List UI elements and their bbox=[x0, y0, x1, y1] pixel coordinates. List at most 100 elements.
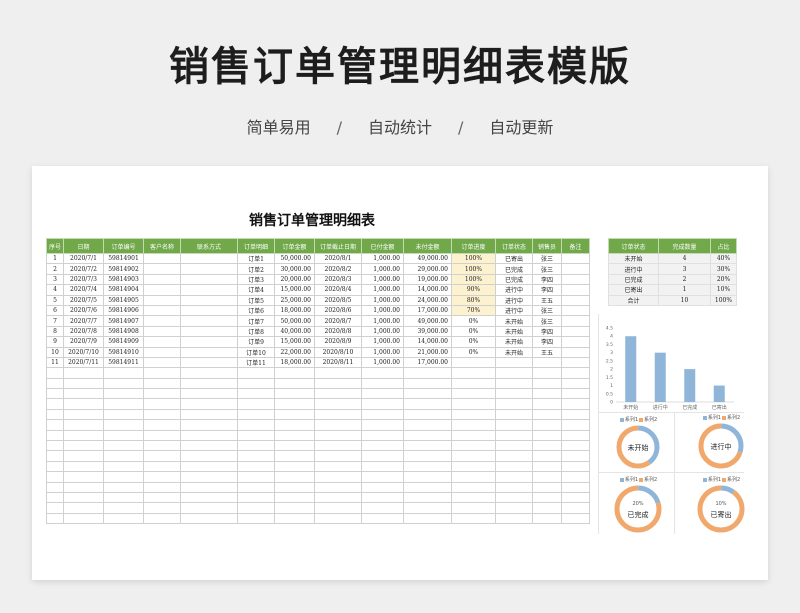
table-cell[interactable]: 2020/8/5 bbox=[314, 294, 362, 306]
table-cell[interactable] bbox=[532, 502, 562, 514]
table-cell[interactable] bbox=[103, 481, 144, 494]
table-cell[interactable] bbox=[561, 356, 590, 369]
table-cell[interactable] bbox=[46, 419, 64, 431]
table-cell[interactable] bbox=[561, 481, 590, 494]
table-cell[interactable]: 李四 bbox=[532, 325, 562, 338]
table-cell[interactable] bbox=[237, 408, 275, 421]
table-cell[interactable] bbox=[451, 440, 496, 452]
table-cell[interactable] bbox=[561, 502, 590, 514]
table-cell[interactable]: 30,000.00 bbox=[274, 263, 315, 275]
table-cell[interactable]: 25,000.00 bbox=[274, 294, 315, 306]
table-cell[interactable] bbox=[46, 367, 64, 379]
table-cell[interactable] bbox=[561, 294, 590, 306]
table-cell[interactable] bbox=[46, 398, 64, 410]
table-cell[interactable]: 订单1 bbox=[237, 252, 275, 265]
table-cell[interactable] bbox=[314, 502, 362, 514]
table-cell[interactable]: 订单4 bbox=[237, 284, 275, 296]
summary-cell[interactable]: 3 bbox=[658, 263, 711, 275]
table-cell[interactable] bbox=[237, 398, 275, 410]
table-cell[interactable] bbox=[361, 398, 404, 410]
table-cell[interactable] bbox=[561, 460, 590, 473]
table-cell[interactable]: 2020/7/9 bbox=[63, 336, 104, 348]
table-cell[interactable] bbox=[274, 377, 315, 390]
table-cell[interactable]: 24,000.00 bbox=[403, 294, 452, 306]
table-cell[interactable]: 2020/7/4 bbox=[63, 284, 104, 296]
table-cell[interactable] bbox=[495, 419, 533, 431]
table-cell[interactable]: 2020/7/10 bbox=[63, 346, 104, 358]
summary-cell[interactable]: 100% bbox=[710, 294, 737, 306]
table-cell[interactable] bbox=[180, 481, 238, 494]
table-cell[interactable]: 王五 bbox=[532, 294, 562, 306]
table-cell[interactable] bbox=[103, 429, 144, 442]
table-cell[interactable] bbox=[403, 491, 452, 504]
table-cell[interactable] bbox=[274, 460, 315, 473]
table-cell[interactable] bbox=[237, 450, 275, 462]
table-cell[interactable] bbox=[314, 408, 362, 421]
table-cell[interactable] bbox=[495, 377, 533, 390]
table-cell[interactable] bbox=[180, 304, 238, 317]
table-cell[interactable] bbox=[495, 481, 533, 494]
table-cell[interactable] bbox=[361, 419, 404, 431]
table-cell[interactable]: 59814904 bbox=[103, 284, 144, 296]
table-cell[interactable] bbox=[314, 388, 362, 400]
table-cell[interactable]: 4 bbox=[46, 284, 64, 296]
table-cell[interactable]: 李四 bbox=[532, 284, 562, 296]
summary-cell[interactable]: 10% bbox=[710, 284, 737, 296]
table-cell[interactable] bbox=[561, 440, 590, 452]
table-cell[interactable] bbox=[103, 471, 144, 483]
table-cell[interactable] bbox=[143, 440, 181, 452]
summary-cell[interactable]: 合计 bbox=[608, 294, 659, 306]
table-cell[interactable]: 1,000.00 bbox=[361, 294, 404, 306]
table-cell[interactable] bbox=[180, 252, 238, 265]
table-cell[interactable] bbox=[274, 419, 315, 431]
table-cell[interactable] bbox=[237, 440, 275, 452]
table-cell[interactable]: 39,000.00 bbox=[403, 325, 452, 338]
table-cell[interactable] bbox=[46, 460, 64, 473]
table-cell[interactable] bbox=[451, 398, 496, 410]
summary-cell[interactable]: 进行中 bbox=[608, 263, 659, 275]
summary-cell[interactable]: 30% bbox=[710, 263, 737, 275]
table-cell[interactable] bbox=[143, 304, 181, 317]
table-cell[interactable] bbox=[532, 440, 562, 452]
table-cell[interactable] bbox=[532, 398, 562, 410]
table-cell[interactable] bbox=[361, 491, 404, 504]
table-cell[interactable] bbox=[561, 315, 590, 327]
table-cell[interactable] bbox=[143, 481, 181, 494]
table-cell[interactable] bbox=[180, 398, 238, 410]
table-cell[interactable] bbox=[180, 429, 238, 442]
table-cell[interactable] bbox=[532, 419, 562, 431]
table-cell[interactable] bbox=[314, 460, 362, 473]
table-cell[interactable] bbox=[180, 471, 238, 483]
table-cell[interactable] bbox=[314, 398, 362, 410]
table-cell[interactable]: 59814910 bbox=[103, 346, 144, 358]
table-cell[interactable] bbox=[314, 471, 362, 483]
table-cell[interactable] bbox=[403, 512, 452, 525]
table-cell[interactable]: 59814909 bbox=[103, 336, 144, 348]
table-cell[interactable]: 15,000.00 bbox=[274, 336, 315, 348]
table-cell[interactable]: 22,000.00 bbox=[274, 346, 315, 358]
table-cell[interactable] bbox=[143, 273, 181, 286]
table-cell[interactable]: 0% bbox=[451, 346, 496, 358]
table-cell[interactable] bbox=[274, 440, 315, 452]
table-cell[interactable] bbox=[314, 512, 362, 525]
table-cell[interactable] bbox=[274, 471, 315, 483]
table-cell[interactable] bbox=[314, 419, 362, 431]
table-cell[interactable] bbox=[180, 450, 238, 462]
table-cell[interactable]: 未开始 bbox=[495, 346, 533, 358]
table-cell[interactable] bbox=[63, 512, 104, 525]
table-cell[interactable] bbox=[143, 388, 181, 400]
table-cell[interactable] bbox=[180, 356, 238, 369]
table-cell[interactable]: 8 bbox=[46, 325, 64, 338]
table-cell[interactable] bbox=[46, 388, 64, 400]
table-cell[interactable]: 李四 bbox=[532, 336, 562, 348]
table-cell[interactable] bbox=[63, 450, 104, 462]
table-cell[interactable]: 59814911 bbox=[103, 356, 144, 369]
table-cell[interactable]: 1,000.00 bbox=[361, 284, 404, 296]
table-cell[interactable] bbox=[561, 336, 590, 348]
table-cell[interactable] bbox=[46, 471, 64, 483]
summary-cell[interactable]: 2 bbox=[658, 273, 711, 286]
table-cell[interactable] bbox=[63, 429, 104, 442]
table-cell[interactable] bbox=[103, 502, 144, 514]
table-cell[interactable] bbox=[63, 367, 104, 379]
table-cell[interactable] bbox=[143, 408, 181, 421]
